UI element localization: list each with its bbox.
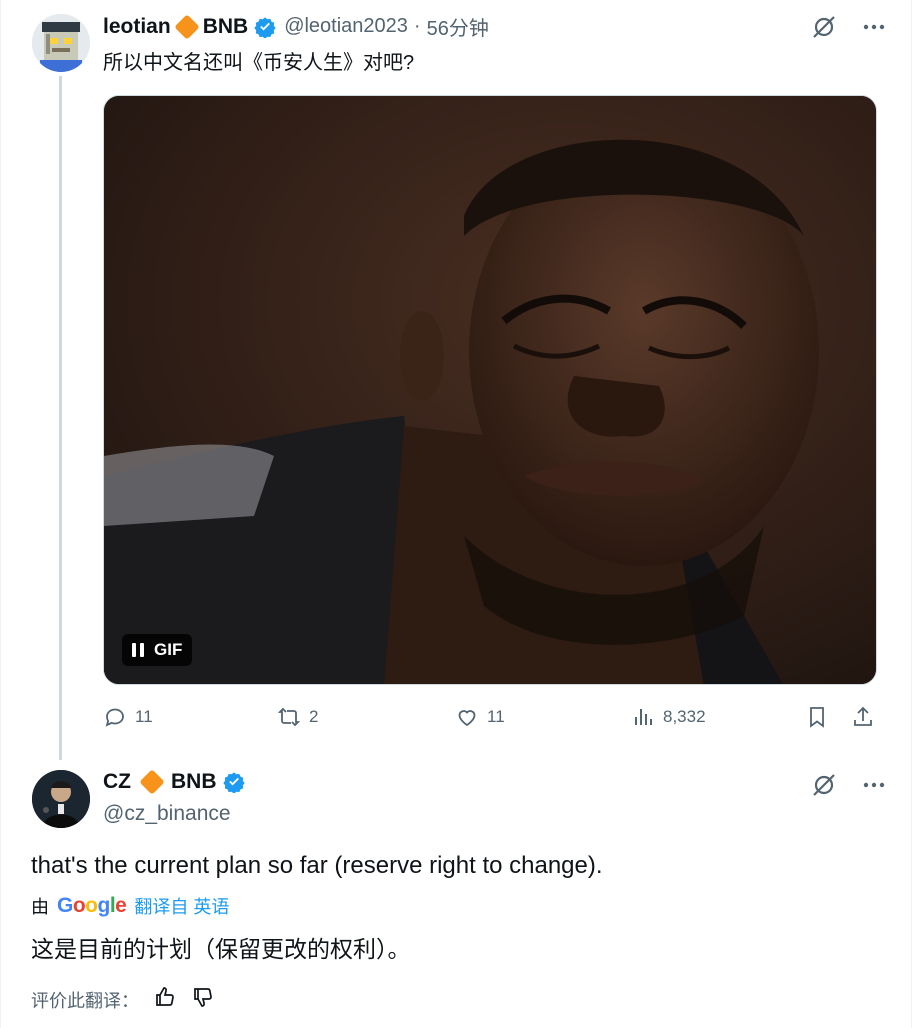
heart-icon bbox=[458, 710, 476, 727]
tweet-text: 所以中文名还叫《币安人生》对吧? bbox=[103, 52, 415, 74]
gif-play-badge[interactable]: GIF bbox=[122, 634, 193, 666]
gif-label: GIF bbox=[154, 640, 183, 659]
pause-icon[interactable] bbox=[132, 643, 144, 657]
tweet-top-actions bbox=[811, 14, 887, 45]
handle[interactable]: @cz_binance bbox=[103, 802, 231, 826]
timestamp[interactable]: 56分钟 bbox=[427, 12, 489, 41]
more-options-icon[interactable] bbox=[861, 14, 887, 45]
reply-count: 11 bbox=[135, 707, 153, 726]
repost-button[interactable]: 2 bbox=[277, 705, 318, 729]
more-options-icon[interactable] bbox=[861, 772, 887, 803]
thread-container: leotian BNB @leotian2023 · 56分钟 所以中文名还叫《… bbox=[0, 0, 912, 1028]
repost-icon bbox=[277, 707, 301, 727]
bookmark-button[interactable] bbox=[805, 705, 829, 729]
translated-from-link[interactable]: 翻译自 英语 bbox=[134, 893, 229, 919]
gif-frame-image bbox=[104, 96, 876, 684]
like-button[interactable]: 11 bbox=[455, 705, 505, 729]
tweet-text: that's the current plan so far (reserve … bbox=[31, 852, 603, 879]
thread-connector-line bbox=[59, 76, 62, 760]
repost-count: 2 bbox=[309, 707, 319, 726]
bookmark-icon bbox=[810, 707, 824, 728]
reply-icon bbox=[105, 708, 124, 727]
rate-translation: 评价此翻译： bbox=[31, 985, 215, 1014]
avatar[interactable] bbox=[32, 770, 90, 828]
bnb-diamond-icon bbox=[173, 13, 200, 40]
google-logo: Google bbox=[57, 894, 127, 917]
views-button[interactable]: 8,332 bbox=[631, 705, 706, 729]
tweet-gif-media[interactable]: GIF bbox=[103, 95, 877, 685]
like-count: 11 bbox=[487, 707, 505, 726]
share-button[interactable] bbox=[851, 705, 875, 729]
display-name-suffix[interactable]: BNB bbox=[203, 15, 249, 39]
tweet-header: leotian BNB @leotian2023 · 56分钟 bbox=[103, 12, 489, 41]
grok-icon[interactable] bbox=[811, 14, 837, 45]
separator-dot: · bbox=[413, 15, 421, 37]
bnb-diamond-icon bbox=[139, 769, 165, 795]
tweet-top-actions bbox=[811, 772, 887, 803]
display-name[interactable]: CZ bbox=[103, 770, 131, 794]
view-count: 8,332 bbox=[663, 707, 706, 726]
translation-attribution: 由 Google 翻译自 英语 bbox=[31, 893, 229, 919]
translated-text: 这是目前的计划（保留更改的权利）。 bbox=[31, 936, 411, 962]
verified-badge-icon bbox=[254, 16, 276, 38]
display-name-suffix[interactable]: BNB bbox=[171, 770, 217, 794]
grok-icon[interactable] bbox=[811, 772, 837, 803]
handle[interactable]: @leotian2023 bbox=[284, 15, 408, 38]
tweet-header: CZ BNB bbox=[103, 769, 245, 795]
reply-button[interactable]: 11 bbox=[103, 705, 153, 729]
thumbs-up-icon[interactable] bbox=[153, 985, 177, 1014]
avatar[interactable] bbox=[32, 14, 90, 72]
thumbs-down-icon[interactable] bbox=[191, 985, 215, 1014]
verified-badge-icon bbox=[222, 771, 245, 793]
rate-translation-label: 评价此翻译： bbox=[31, 990, 139, 1011]
share-icon bbox=[854, 706, 872, 726]
display-name[interactable]: leotian bbox=[103, 15, 171, 39]
analytics-icon bbox=[635, 709, 652, 725]
translated-by-label: 由 bbox=[31, 897, 49, 917]
tweet-action-bar: 11 2 11 8,332 bbox=[103, 705, 879, 735]
